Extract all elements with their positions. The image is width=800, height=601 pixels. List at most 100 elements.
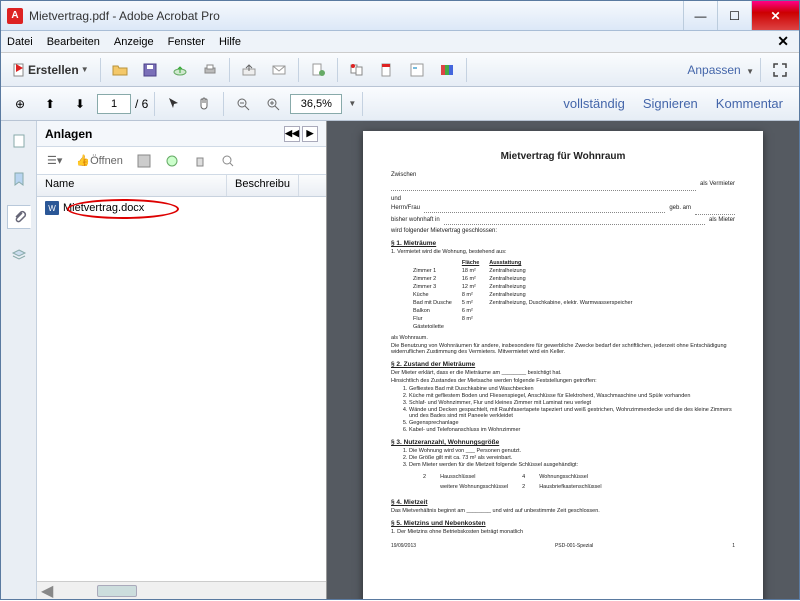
scrollbar-thumb[interactable] bbox=[97, 585, 137, 597]
combine-button[interactable] bbox=[344, 57, 370, 83]
add-attachment-button[interactable] bbox=[161, 151, 183, 171]
chevron-down-icon[interactable]: ▼ bbox=[348, 99, 356, 108]
document-viewport[interactable]: Mietvertrag für Wohnraum Zwischen als Ve… bbox=[327, 121, 799, 599]
col-description[interactable]: Beschreibu bbox=[227, 175, 299, 196]
sign-link[interactable]: Signieren bbox=[643, 96, 698, 111]
chevron-down-icon: ▼ bbox=[746, 67, 754, 76]
customize-label: Anpassen bbox=[687, 63, 740, 77]
minimize-button[interactable]: — bbox=[683, 1, 717, 30]
create-button[interactable]: Erstellen ▼ bbox=[7, 57, 94, 83]
zoom-out-button[interactable] bbox=[230, 91, 256, 117]
open-button[interactable] bbox=[107, 57, 133, 83]
zoom-in-button[interactable] bbox=[260, 91, 286, 117]
print-button[interactable] bbox=[197, 57, 223, 83]
tools-link[interactable]: vollständig bbox=[563, 96, 624, 111]
thumbnails-tab[interactable] bbox=[7, 129, 31, 153]
hand-tool[interactable] bbox=[191, 91, 217, 117]
next-page-button[interactable]: ⬇ bbox=[67, 91, 93, 117]
hand-icon bbox=[196, 96, 212, 112]
delete-attachment-button[interactable] bbox=[189, 151, 211, 171]
rooms-table: FlächeAusstattungZimmer 118 m²Zentralhei… bbox=[411, 258, 642, 332]
panel-next-button[interactable]: ▶ bbox=[302, 126, 318, 142]
condition-list: Gefliestes Bad mit Duschkabine und Wasch… bbox=[409, 386, 735, 433]
page-thumb-icon bbox=[11, 133, 27, 149]
menu-anzeige[interactable]: Anzeige bbox=[114, 36, 154, 48]
multimedia-button[interactable] bbox=[434, 57, 460, 83]
window-controls: — ☐ ✕ bbox=[683, 1, 799, 30]
panel-toolbar: ☰▾ 👍 Öffnen bbox=[37, 147, 326, 175]
floppy-icon bbox=[142, 62, 158, 78]
maximize-button[interactable]: ☐ bbox=[717, 1, 751, 30]
cloud-button[interactable] bbox=[167, 57, 193, 83]
save-attachment-button[interactable] bbox=[133, 151, 155, 171]
search-attachment-button[interactable] bbox=[217, 151, 239, 171]
form-icon bbox=[409, 62, 425, 78]
s3-list: Die Wohnung wird von ___ Personen genutz… bbox=[409, 448, 735, 468]
keys-table: 2Hausschlüssel4Wohnungsschlüsselweitere … bbox=[421, 471, 616, 493]
prev-page-button[interactable]: ⬆ bbox=[37, 91, 63, 117]
menu-datei[interactable]: Datei bbox=[7, 36, 33, 48]
bookmark-icon bbox=[11, 171, 27, 187]
floppy-icon bbox=[137, 154, 151, 168]
panel-prev-button[interactable]: ◀◀ bbox=[284, 126, 300, 142]
edit-pdf-button[interactable] bbox=[374, 57, 400, 83]
create-icon bbox=[12, 62, 28, 78]
multimedia-icon bbox=[439, 62, 455, 78]
panel-title: Anlagen bbox=[45, 127, 92, 141]
first-page-button[interactable]: ⊕ bbox=[7, 91, 33, 117]
cursor-icon bbox=[166, 96, 182, 112]
folder-open-icon bbox=[112, 62, 128, 78]
main-toolbar: Erstellen ▼ Anpassen ▼ bbox=[1, 53, 799, 87]
horizontal-scrollbar[interactable]: ◀ bbox=[37, 581, 326, 599]
form-button[interactable] bbox=[404, 57, 430, 83]
search-icon bbox=[221, 154, 235, 168]
zoom-out-icon bbox=[235, 96, 251, 112]
col-name[interactable]: Name bbox=[37, 175, 227, 196]
fullscreen-button[interactable] bbox=[767, 57, 793, 83]
menu-fenster[interactable]: Fenster bbox=[168, 36, 205, 48]
pdf-page: Mietvertrag für Wohnraum Zwischen als Ve… bbox=[363, 131, 763, 599]
attachment-list: W Mietvertrag.docx bbox=[37, 197, 326, 581]
attachments-panel: Anlagen ◀◀ ▶ ☰▾ 👍 Öffnen Name Beschreibu bbox=[37, 121, 327, 599]
view-options-button[interactable]: ☰▾ bbox=[43, 151, 66, 171]
paperclip-icon bbox=[11, 209, 27, 225]
select-tool[interactable] bbox=[161, 91, 187, 117]
cloud-icon bbox=[172, 62, 188, 78]
save-button[interactable] bbox=[137, 57, 163, 83]
create-label: Erstellen bbox=[28, 63, 79, 77]
window-title: Mietvertrag.pdf - Adobe Acrobat Pro bbox=[29, 9, 683, 23]
zoom-input[interactable] bbox=[290, 94, 342, 114]
attachment-row[interactable]: W Mietvertrag.docx bbox=[37, 197, 326, 219]
edit-icon bbox=[379, 62, 395, 78]
close-button[interactable]: ✕ bbox=[751, 1, 799, 30]
attachments-tab[interactable] bbox=[7, 205, 31, 229]
email-button[interactable] bbox=[266, 57, 292, 83]
menu-bearbeiten[interactable]: Bearbeiten bbox=[47, 36, 100, 48]
app-icon: A bbox=[7, 8, 23, 24]
doc-title: Mietvertrag für Wohnraum bbox=[391, 151, 735, 162]
export-pdf-button[interactable] bbox=[305, 57, 331, 83]
menubar: Datei Bearbeiten Anzeige Fenster Hilfe ✕ bbox=[1, 31, 799, 53]
menu-hilfe[interactable]: Hilfe bbox=[219, 36, 241, 48]
layers-tab[interactable] bbox=[7, 243, 31, 267]
combine-icon bbox=[349, 62, 365, 78]
trash-icon bbox=[193, 154, 207, 168]
bookmarks-tab[interactable] bbox=[7, 167, 31, 191]
nav-toolbar: ⊕ ⬆ ⬇ / 6 ▼ vollständig Signieren Kommen… bbox=[1, 87, 799, 121]
pdf-export-icon bbox=[310, 62, 326, 78]
customize-button[interactable]: Anpassen ▼ bbox=[687, 63, 754, 77]
close-document-button[interactable]: ✕ bbox=[777, 33, 789, 50]
titlebar: A Mietvertrag.pdf - Adobe Acrobat Pro — … bbox=[1, 1, 799, 31]
share-button[interactable] bbox=[236, 57, 262, 83]
printer-icon bbox=[202, 62, 218, 78]
open-attachment-button[interactable]: 👍 Öffnen bbox=[72, 151, 127, 171]
add-icon bbox=[165, 154, 179, 168]
side-tabs bbox=[1, 121, 37, 599]
page-total: / 6 bbox=[135, 97, 148, 111]
column-headers: Name Beschreibu bbox=[37, 175, 326, 197]
share-icon bbox=[241, 62, 257, 78]
comment-link[interactable]: Kommentar bbox=[716, 96, 783, 111]
envelope-icon bbox=[271, 62, 287, 78]
page-input[interactable] bbox=[97, 94, 131, 114]
fullscreen-icon bbox=[772, 62, 788, 78]
